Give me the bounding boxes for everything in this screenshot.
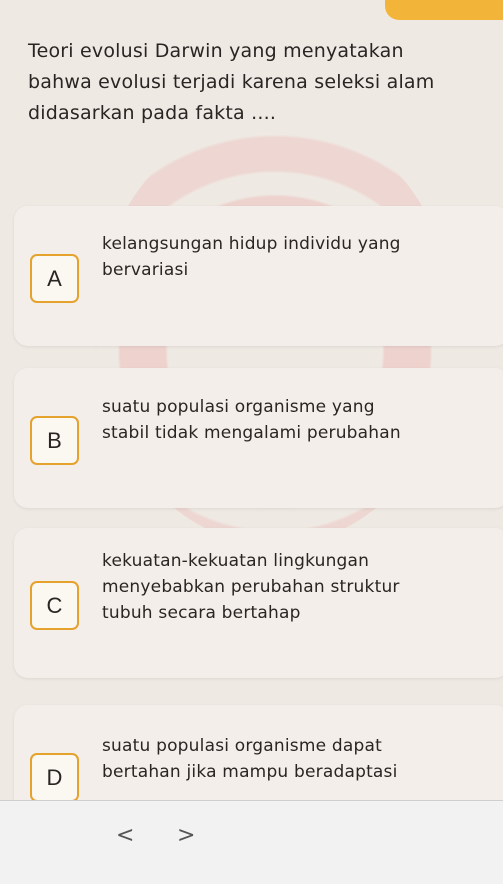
question-line: Teori evolusi Darwin yang menyatakan <box>28 40 404 62</box>
bottom-navigation-bar: < > <box>0 800 503 884</box>
option-b[interactable]: B suatu populasi organisme yang stabil t… <box>14 368 503 508</box>
option-b-text: suatu populasi organisme yang stabil tid… <box>102 394 491 446</box>
top-accent-bar <box>385 0 503 20</box>
option-line: kelangsungan hidup individu yang <box>102 234 401 254</box>
option-a[interactable]: A kelangsungan hidup individu yang berva… <box>14 206 503 346</box>
option-letter-d: D <box>30 753 79 802</box>
option-letter-c: C <box>30 581 79 630</box>
option-line: suatu populasi organisme yang <box>102 397 375 417</box>
option-line: tubuh secara bertahap <box>102 603 301 623</box>
option-d[interactable]: D suatu populasi organisme dapat bertaha… <box>14 705 503 815</box>
option-line: bervariasi <box>102 260 189 280</box>
option-line: suatu populasi organisme dapat <box>102 736 382 756</box>
chevron-right-icon[interactable]: > <box>177 823 195 848</box>
option-c-text: kekuatan-kekuatan lingkungan menyebabkan… <box>102 548 491 626</box>
question-line: bahwa evolusi terjadi karena seleksi ala… <box>28 71 435 93</box>
option-line: kekuatan-kekuatan lingkungan <box>102 551 370 571</box>
chevron-left-icon[interactable]: < <box>116 823 134 848</box>
option-c[interactable]: C kekuatan-kekuatan lingkungan menyebabk… <box>14 528 503 678</box>
option-d-text: suatu populasi organisme dapat bertahan … <box>102 733 491 785</box>
option-letter-a: A <box>30 254 79 303</box>
option-line: stabil tidak mengalami perubahan <box>102 423 401 443</box>
question-line: didasarkan pada fakta .... <box>28 102 277 124</box>
option-a-text: kelangsungan hidup individu yang bervari… <box>102 231 491 283</box>
option-line: menyebabkan perubahan struktur <box>102 577 400 597</box>
question-text: Teori evolusi Darwin yang menyatakan bah… <box>28 36 483 129</box>
option-line: bertahan jika mampu beradaptasi <box>102 762 398 782</box>
option-letter-b: B <box>30 416 79 465</box>
